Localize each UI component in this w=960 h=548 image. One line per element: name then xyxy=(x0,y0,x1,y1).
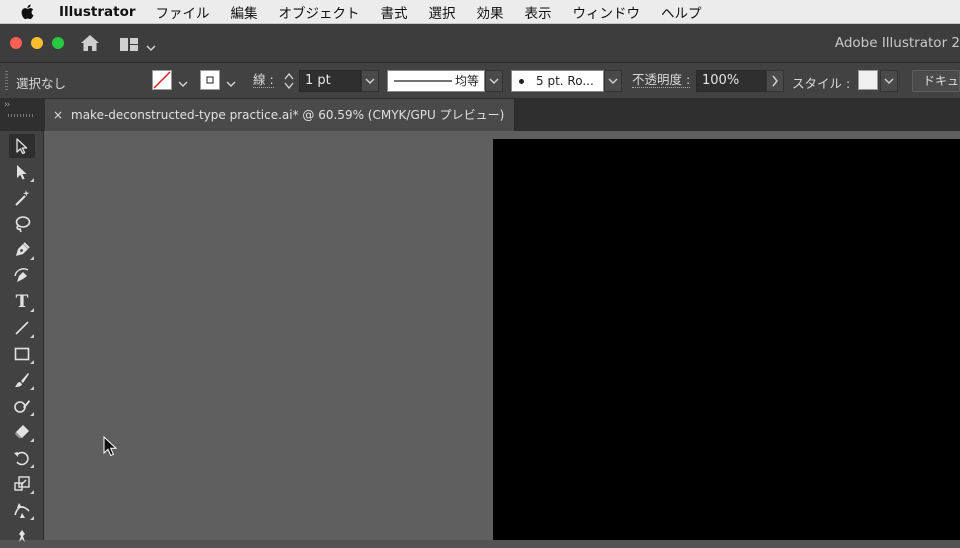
close-window-button[interactable] xyxy=(10,37,22,49)
menu-effect[interactable]: 効果 xyxy=(477,2,504,22)
opacity-label[interactable]: 不透明度 : xyxy=(632,73,691,88)
profile-dropdown[interactable] xyxy=(485,70,503,92)
pen-tool[interactable] xyxy=(9,238,35,262)
fill-chevron-down-icon[interactable] xyxy=(178,76,188,91)
stroke-weight-dropdown[interactable] xyxy=(361,70,379,92)
graphic-style-swatch[interactable] xyxy=(858,70,878,90)
stroke-weight-input[interactable]: 1 pt xyxy=(299,70,361,92)
brush-dropdown[interactable] xyxy=(604,70,622,92)
opacity-dropdown[interactable] xyxy=(766,70,784,92)
line-style-label: 均等 xyxy=(454,74,479,88)
curvature-tool[interactable] xyxy=(9,264,35,288)
stroke-weight-stepper[interactable] xyxy=(283,71,295,94)
document-tab-title: make-deconstructed-type practice.ai* @ 6… xyxy=(71,108,505,122)
stroke-swatch[interactable] xyxy=(200,70,220,90)
width-tool-icon xyxy=(14,503,30,518)
eraser-icon xyxy=(15,425,29,438)
panel-grip[interactable] xyxy=(5,71,8,91)
puppet-warp-tool[interactable] xyxy=(9,524,35,548)
menu-help[interactable]: ヘルプ xyxy=(661,2,702,22)
magic-wand-tool[interactable] xyxy=(9,186,35,210)
toolbar-grip[interactable] xyxy=(8,114,34,117)
menu-app-name[interactable]: Illustrator xyxy=(59,4,136,20)
canvas-area[interactable] xyxy=(44,131,960,540)
tools-panel: T xyxy=(0,131,44,542)
brush-dot-icon xyxy=(519,79,524,84)
app-title: Adobe Illustrator 2 xyxy=(834,35,960,51)
rectangle-tool[interactable] xyxy=(9,342,35,366)
chevron-down-icon[interactable] xyxy=(146,37,156,56)
lasso-icon xyxy=(15,216,31,233)
workspace-icon[interactable] xyxy=(120,36,138,55)
lasso-tool[interactable] xyxy=(9,212,35,236)
opacity-input[interactable]: 100% xyxy=(696,70,766,92)
menu-window[interactable]: ウィンドウ xyxy=(573,2,641,22)
menu-file[interactable]: ファイル xyxy=(156,2,210,22)
document-setup-button[interactable]: ドキュ xyxy=(912,70,960,92)
document-tab[interactable]: × make-deconstructed-type practice.ai* @… xyxy=(45,99,515,131)
menu-select[interactable]: 選択 xyxy=(429,2,456,22)
scale-tool[interactable] xyxy=(9,472,35,496)
width-tool[interactable] xyxy=(9,498,35,522)
zoom-window-button[interactable] xyxy=(52,37,64,49)
rotate-tool[interactable] xyxy=(9,446,35,470)
collapse-toolbar-icon[interactable]: ›› xyxy=(4,100,10,110)
type-tool[interactable]: T xyxy=(9,290,35,314)
control-bar: 選択なし 線 : 1 pt 均等 5 pt. Ro... 不透明度 : 100%… xyxy=(0,63,960,99)
stroke-chevron-down-icon[interactable] xyxy=(226,76,236,91)
variable-width-profile[interactable]: 均等 xyxy=(387,70,485,92)
rectangle-tool-icon xyxy=(14,347,30,361)
selection-tool[interactable] xyxy=(9,134,35,158)
artboard[interactable] xyxy=(493,139,960,540)
rotate-icon xyxy=(14,451,29,466)
pen-icon xyxy=(16,242,30,256)
mouse-cursor-icon xyxy=(102,435,120,462)
direct-selection-tool-icon xyxy=(17,165,27,180)
close-tab-icon[interactable]: × xyxy=(53,99,63,131)
menu-object[interactable]: オブジェクト xyxy=(279,2,360,22)
fill-swatch[interactable] xyxy=(152,70,172,90)
selection-status: 選択なし xyxy=(16,76,67,91)
magic-wand-icon xyxy=(15,190,30,206)
home-icon[interactable] xyxy=(80,34,100,56)
scale-icon xyxy=(14,476,30,491)
menu-view[interactable]: 表示 xyxy=(525,2,552,22)
shaper-tool[interactable] xyxy=(9,394,35,418)
apple-icon[interactable] xyxy=(20,4,34,20)
brush-definition[interactable]: 5 pt. Ro... xyxy=(511,70,604,92)
curvature-icon xyxy=(14,268,29,282)
style-dropdown[interactable] xyxy=(880,70,898,92)
minimize-window-button[interactable] xyxy=(31,37,43,49)
menu-type[interactable]: 書式 xyxy=(381,2,408,22)
brush-label: 5 pt. Ro... xyxy=(536,74,594,88)
menu-bar: Illustrator ファイル 編集 オブジェクト 書式 選択 効果 表示 ウ… xyxy=(0,0,960,24)
line-tool-icon xyxy=(15,321,29,335)
eraser-tool[interactable] xyxy=(9,420,35,444)
document-tab-bar: ›› × make-deconstructed-type practice.ai… xyxy=(0,99,960,131)
style-label: スタイル : xyxy=(792,76,851,91)
type-tool-icon: T xyxy=(15,292,29,312)
paintbrush-tool[interactable] xyxy=(9,368,35,392)
selection-tool-icon xyxy=(16,138,28,155)
shaper-icon xyxy=(14,400,30,413)
stroke-label[interactable]: 線 : xyxy=(253,73,274,88)
paintbrush-icon xyxy=(15,373,29,387)
direct-selection-tool[interactable] xyxy=(9,160,35,184)
puppet-warp-icon xyxy=(19,530,25,542)
line-segment-tool[interactable] xyxy=(9,316,35,340)
window-title-bar: Adobe Illustrator 2 xyxy=(0,24,960,63)
menu-edit[interactable]: 編集 xyxy=(231,2,258,22)
